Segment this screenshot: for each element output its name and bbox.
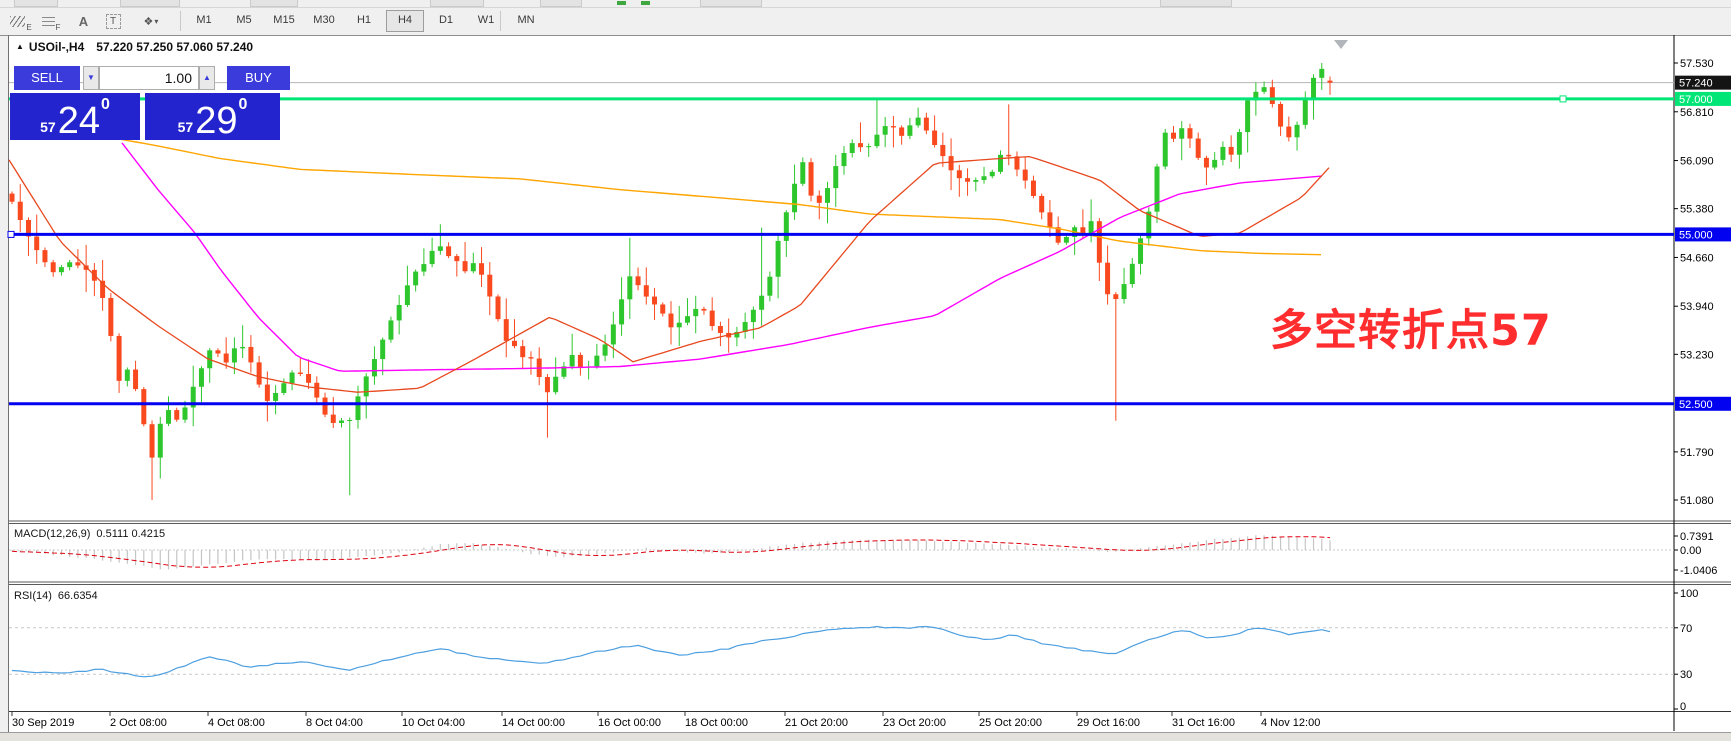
- svg-text:56.810: 56.810: [1680, 107, 1714, 119]
- sell-price-big: 24: [58, 103, 100, 139]
- chart-annotation-text: 多空转折点57: [1270, 296, 1552, 358]
- rsi-value: 66.6354: [58, 590, 98, 602]
- svg-text:0.7391: 0.7391: [1680, 531, 1714, 543]
- chart-title: ▲ USOil-,H4 57.220 57.250 57.060 57.240: [16, 40, 253, 54]
- arrows-tool-icon[interactable]: ▾: [134, 10, 168, 32]
- timeframe-button-D1[interactable]: D1: [428, 10, 464, 30]
- svg-text:52.500: 52.500: [1679, 399, 1713, 411]
- svg-text:30 Sep 2019: 30 Sep 2019: [12, 717, 74, 729]
- toolbar-separator: [500, 11, 501, 31]
- svg-text:0.00: 0.00: [1680, 545, 1701, 557]
- chart-title-ohlc: 57.220 57.250 57.060 57.240: [96, 40, 253, 54]
- one-click-trading-panel: SELL ▼ 1.00 ▲ BUY 57 24 0 57 29 0: [10, 57, 290, 140]
- text-label-tool-icon[interactable]: A: [70, 10, 96, 32]
- svg-text:54.660: 54.660: [1680, 252, 1714, 264]
- buy-button[interactable]: BUY: [227, 66, 290, 90]
- timeframe-button-MN[interactable]: MN: [508, 10, 544, 30]
- svg-text:21 Oct 20:00: 21 Oct 20:00: [785, 717, 848, 729]
- strip-fragment-green: [617, 1, 626, 5]
- svg-text:57.530: 57.530: [1680, 58, 1714, 70]
- svg-text:25 Oct 20:00: 25 Oct 20:00: [979, 717, 1042, 729]
- volume-decrease-button[interactable]: ▼: [83, 66, 99, 90]
- svg-text:16 Oct 00:00: 16 Oct 00:00: [598, 717, 661, 729]
- line-handle[interactable]: [8, 231, 14, 237]
- macd-label: MACD(12,26,9)0.5111 0.4215: [14, 528, 165, 540]
- svg-text:2 Oct 08:00: 2 Oct 08:00: [110, 717, 167, 729]
- svg-text:53.230: 53.230: [1680, 349, 1714, 361]
- svg-text:10 Oct 04:00: 10 Oct 04:00: [402, 717, 465, 729]
- strip-fragment: [430, 0, 484, 7]
- timeframe-button-H4[interactable]: H4: [386, 10, 424, 32]
- sell-price-panel[interactable]: 57 24 0: [10, 93, 140, 140]
- svg-text:57.240: 57.240: [1679, 78, 1713, 90]
- volume-increase-button[interactable]: ▲: [199, 66, 215, 90]
- svg-text:100: 100: [1680, 588, 1698, 600]
- timeframe-button-M30[interactable]: M30: [306, 10, 342, 30]
- timeframe-button-M15[interactable]: M15: [266, 10, 302, 30]
- svg-text:-1.0406: -1.0406: [1680, 565, 1717, 577]
- svg-text:56.090: 56.090: [1680, 156, 1714, 168]
- svg-text:4 Nov 12:00: 4 Nov 12:00: [1261, 717, 1320, 729]
- toolbar-separator: [180, 11, 181, 31]
- svg-text:55.380: 55.380: [1680, 204, 1714, 216]
- timeframe-button-M1[interactable]: M1: [186, 10, 222, 30]
- macd-values: 0.5111 0.4215: [96, 528, 165, 540]
- chart-title-symbol: USOil-,H4: [29, 40, 84, 54]
- line-handle[interactable]: [1560, 96, 1566, 102]
- timeframe-button-H1[interactable]: H1: [346, 10, 382, 30]
- strip-fragment: [1160, 0, 1232, 7]
- symbol-marker-icon: ▲: [16, 42, 24, 51]
- svg-text:51.790: 51.790: [1680, 447, 1714, 459]
- timeframe-button-W1[interactable]: W1: [468, 10, 504, 30]
- rsi-label: RSI(14)66.6354: [14, 590, 98, 602]
- text-tool-icon[interactable]: T: [100, 10, 126, 32]
- strip-fragment-green: [641, 1, 650, 5]
- strip-fragment: [250, 0, 298, 7]
- fibonacci-tool-icon[interactable]: F: [38, 10, 64, 32]
- strip-fragment: [540, 0, 582, 7]
- svg-text:51.080: 51.080: [1680, 495, 1714, 507]
- svg-text:30: 30: [1680, 669, 1692, 681]
- strip-fragment: [120, 0, 180, 7]
- svg-text:29 Oct 16:00: 29 Oct 16:00: [1077, 717, 1140, 729]
- volume-input[interactable]: 1.00: [99, 66, 199, 90]
- sell-price-sup: 0: [101, 96, 110, 114]
- svg-text:70: 70: [1680, 623, 1692, 635]
- svg-text:57.000: 57.000: [1679, 94, 1713, 106]
- buy-price-panel[interactable]: 57 29 0: [145, 93, 280, 140]
- svg-text:55.000: 55.000: [1679, 229, 1713, 241]
- svg-text:18 Oct 00:00: 18 Oct 00:00: [685, 717, 748, 729]
- svg-text:0: 0: [1680, 701, 1686, 713]
- buy-price-big: 29: [195, 103, 237, 139]
- svg-text:8 Oct 04:00: 8 Oct 04:00: [306, 717, 363, 729]
- window-top-strip: [0, 0, 1731, 8]
- svg-text:53.940: 53.940: [1680, 301, 1714, 313]
- strip-fragment: [14, 0, 58, 7]
- timeframe-row: M1M5M15M30H1H4D1W1MN: [186, 10, 548, 32]
- channels-tool-icon[interactable]: E: [8, 10, 34, 32]
- toolbar: E F A T ▾ M1M5M15M30H1H4D1W1MN: [0, 8, 1731, 35]
- sell-price-small: 57: [40, 119, 56, 135]
- strip-fragment: [700, 0, 762, 7]
- svg-text:4 Oct 08:00: 4 Oct 08:00: [208, 717, 265, 729]
- buy-price-small: 57: [178, 119, 194, 135]
- svg-text:23 Oct 20:00: 23 Oct 20:00: [883, 717, 946, 729]
- svg-text:14 Oct 00:00: 14 Oct 00:00: [502, 717, 565, 729]
- timeframe-button-M5[interactable]: M5: [226, 10, 262, 30]
- sell-button[interactable]: SELL: [14, 66, 80, 90]
- buy-price-sup: 0: [238, 96, 247, 114]
- svg-text:31 Oct 16:00: 31 Oct 16:00: [1172, 717, 1235, 729]
